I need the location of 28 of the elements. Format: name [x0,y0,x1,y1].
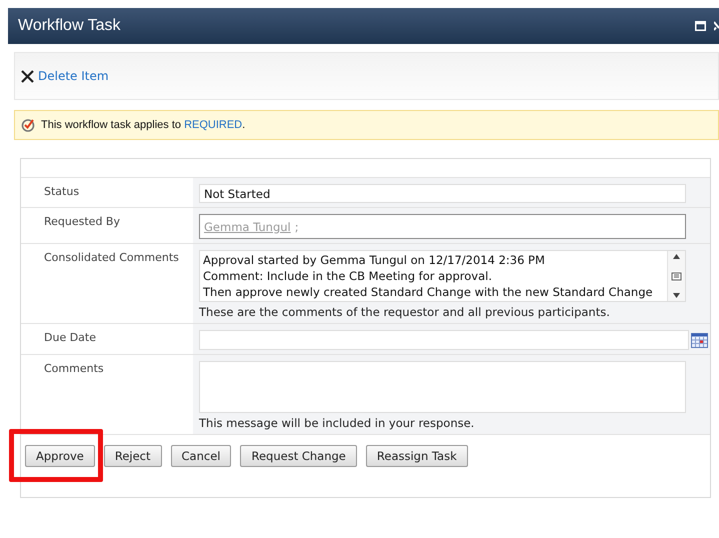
calendar-icon[interactable] [691,332,708,348]
task-check-icon [21,118,35,132]
comments-field[interactable] [199,361,686,413]
window-title: Workflow Task [18,17,121,35]
field-hint: These are the comments of the requestor and all previous participants. [199,305,611,319]
comments-history-field[interactable]: Approval started by Gemma Tungul on 12/17/2014 2:36 PM Comment: Include in the CB Meeting for approval. Then approve newly created Standard Change with the new Standard Change [199,250,686,302]
scroll-up-icon[interactable] [673,254,680,259]
notice-text: This workflow task applies to REQUIRED. [41,119,246,131]
action-button[interactable]: Reject [104,445,162,467]
action-button[interactable]: Reassign Task [366,445,468,467]
action-button[interactable]: Request Change [240,445,357,467]
action-button[interactable]: Cancel [170,445,232,467]
status-field[interactable]: Not Started [199,184,686,203]
expand-text-icon[interactable] [671,272,682,280]
maximize-icon[interactable] [695,21,706,31]
field-label: Comments [43,361,105,377]
delete-item-link[interactable]: Delete Item [38,69,109,83]
scroll-down-icon[interactable] [673,293,680,298]
required-link[interactable]: REQUIRED [184,119,242,131]
scrollbar[interactable] [667,251,685,301]
delete-icon[interactable] [21,70,34,82]
field-label: Consolidated Comments [43,250,180,266]
date-field[interactable] [199,330,689,350]
field-label: Requested By [43,214,121,230]
field-label: Due Date [43,330,97,346]
field-label: Status [43,184,80,200]
action-button[interactable]: Approve [25,445,95,467]
field-hint: This message will be included in your response. [199,416,476,430]
